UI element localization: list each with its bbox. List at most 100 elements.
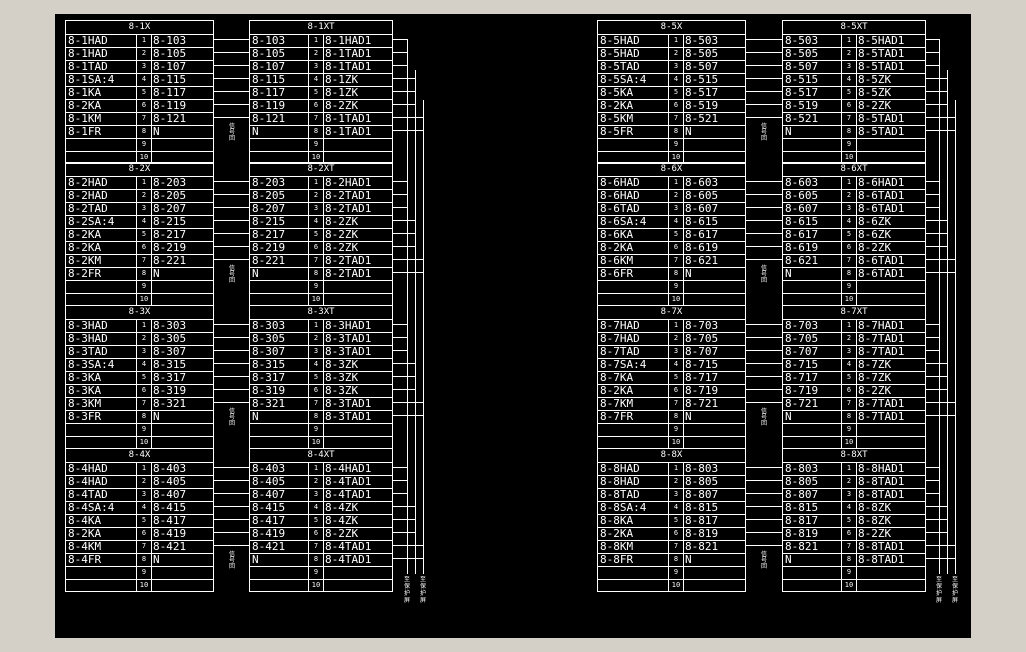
terminal-row: 8-207 3 8-2TAD1 [250, 202, 392, 216]
terminal-number: 2 [841, 332, 857, 345]
terminal-right-label: N [685, 125, 692, 138]
connection-wire [746, 91, 782, 92]
terminal-left-label [600, 423, 668, 436]
terminal-row: 8-3TAD 3 8-307 [66, 345, 213, 359]
bus-wire [926, 558, 956, 559]
terminal-number: 7 [668, 397, 684, 410]
terminal-row: 8-315 4 8-3ZK [250, 358, 392, 372]
terminal-left-label: 8-319 [252, 384, 286, 397]
terminal-row: 8-6HAD 2 8-605 [598, 189, 745, 203]
terminal-block-xt: 8-8XT 8-803 1 8-8HAD1 8-805 2 8-8TAD1 8-807 3 8-8… [782, 448, 926, 592]
terminal-left-label: 8-317 [252, 371, 286, 384]
bus-line [955, 100, 956, 574]
terminal-right-label: 8-3ZK [325, 384, 359, 397]
terminal-left-label [68, 579, 136, 592]
terminal-number: 7 [136, 397, 152, 410]
bus-wire [393, 545, 424, 546]
terminal-row: 8-517 5 8-5ZK [783, 86, 925, 100]
connection-wire [746, 39, 782, 40]
terminal-row: 9 [598, 280, 745, 294]
terminal-left-label: 8-419 [252, 527, 286, 540]
terminal-row: 9 [598, 423, 745, 437]
terminal-row: 8-3HAD 2 8-305 [66, 332, 213, 346]
connection-wire [746, 532, 782, 533]
connection-wire [214, 480, 249, 481]
terminal-number: 3 [136, 60, 152, 73]
bus-wire [926, 519, 948, 520]
neutral-tag-char: 回 [760, 563, 767, 570]
cable-label: 至保护屏 [934, 576, 944, 604]
terminal-right-label: 8-3TAD1 [325, 332, 372, 345]
terminal-number: 8 [308, 125, 324, 138]
terminal-block-title: 8-7X [598, 306, 745, 320]
terminal-left-label: 8-4HAD [68, 462, 108, 475]
connection-wire [214, 52, 249, 53]
bus-wire [926, 350, 940, 351]
bus-wire [926, 246, 948, 247]
terminal-row: 9 [598, 566, 745, 580]
terminal-row: 8-203 1 8-2HAD1 [250, 176, 392, 190]
terminal-number: 2 [136, 332, 152, 345]
terminal-row: 8-3KM 7 8-321 [66, 397, 213, 411]
terminal-left-label [600, 566, 668, 579]
terminal-left-label: 8-3SA:4 [68, 358, 115, 371]
terminal-left-label: 8-2HAD [68, 176, 108, 189]
terminal-number: 5 [668, 371, 684, 384]
terminal-block-title: 8-3XT [250, 306, 392, 320]
terminal-row: 8-3FR 8 N [66, 410, 213, 424]
terminal-right-label: 8-717 [685, 371, 719, 384]
terminal-right-label: 8-3ZK [325, 371, 359, 384]
terminal-left-label: 8-2KM [68, 254, 102, 267]
terminal-row: 8-6KM 7 8-621 [598, 254, 745, 268]
terminal-number: 5 [841, 514, 857, 527]
bus-wire [926, 415, 956, 416]
terminal-left-label [785, 138, 841, 151]
terminal-right-label: 8-621 [685, 254, 719, 267]
terminal-right-label: 8-5TAD1 [858, 47, 905, 60]
terminal-block-xt: 8-6XT 8-603 1 8-6HAD1 8-605 2 8-6TAD1 8-607 3 8-6… [782, 162, 926, 306]
terminal-left-label: 8-705 [785, 332, 819, 345]
terminal-block-title: 8-6XT [783, 163, 925, 177]
terminal-left-label: 8-519 [785, 99, 819, 112]
terminal-row: 8-4HAD 1 8-403 [66, 462, 213, 476]
terminal-right-label: 8-3ZK [325, 358, 359, 371]
connection-wire [214, 532, 249, 533]
terminal-row: 8-7HAD 1 8-703 [598, 319, 745, 333]
terminal-right-label: 8-1ZK [325, 73, 359, 86]
bus-wire [926, 363, 948, 364]
terminal-right-label: 8-421 [153, 540, 187, 553]
terminal-right-label: 8-3HAD1 [325, 319, 372, 332]
terminal-number: 7 [841, 254, 857, 267]
terminal-row: 8-8SA:4 4 8-815 [598, 501, 745, 515]
terminal-left-label: 8-4KM [68, 540, 102, 553]
terminal-left-label: 8-5FR [600, 125, 634, 138]
terminal-number: 6 [668, 241, 684, 254]
bus-wire [393, 181, 408, 182]
terminal-row: 8-8HAD 2 8-805 [598, 475, 745, 489]
bus-wire [926, 39, 940, 40]
terminal-right-label: 8-8TAD1 [858, 540, 905, 553]
terminal-number: 1 [136, 34, 152, 47]
terminal-number: 1 [668, 462, 684, 475]
terminal-number: 8 [668, 125, 684, 138]
terminal-right-label: 8-1ZK [325, 86, 359, 99]
terminal-right-label: 8-4TAD1 [325, 488, 372, 501]
terminal-block-title: 8-4XT [250, 449, 392, 463]
terminal-right-label [325, 138, 392, 151]
terminal-right-label: 8-1TAD1 [325, 112, 372, 125]
terminal-number: 9 [308, 280, 324, 293]
terminal-right-label: N [685, 553, 692, 566]
terminal-number: 8 [841, 125, 857, 138]
terminal-row: 8-205 2 8-2TAD1 [250, 189, 392, 203]
terminal-left-label [252, 280, 308, 293]
terminal-number: 9 [668, 423, 684, 436]
terminal-right-label: 8-5TAD1 [858, 112, 905, 125]
terminal-number: 2 [668, 475, 684, 488]
terminal-left-label [252, 579, 308, 592]
terminal-number: 7 [308, 397, 324, 410]
terminal-left-label: 8-2HAD [68, 189, 108, 202]
neutral-tag: 信号回 [760, 124, 768, 142]
terminal-number: 7 [308, 540, 324, 553]
terminal-block-xt: 8-1XT 8-103 1 8-1HAD1 8-105 2 8-1TAD1 8-107 3 8-1… [249, 20, 393, 164]
terminal-left-label: 8-507 [785, 60, 819, 73]
